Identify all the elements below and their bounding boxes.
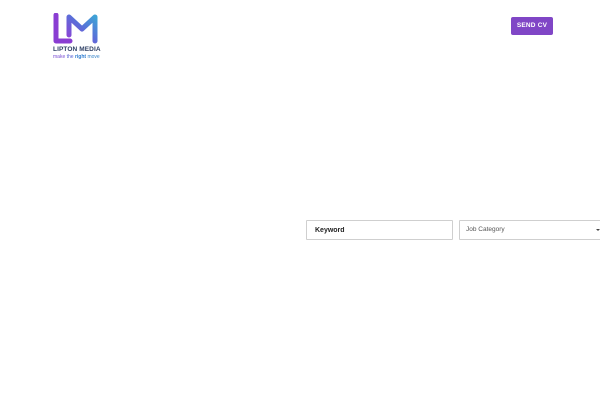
brand-name: LIPTON MEDIA (53, 46, 101, 53)
page: LIPTON MEDIA make the right move SEND CV… (0, 0, 600, 400)
brand-tagline: make the right move (53, 54, 100, 60)
lm-logo-icon (53, 13, 98, 44)
job-category-selected-value: Job Category (466, 226, 505, 233)
keyword-search-input[interactable] (306, 220, 453, 240)
send-cv-button[interactable]: SEND CV (511, 17, 553, 35)
job-category-select[interactable]: Job Category (459, 220, 600, 240)
caret-down-icon (596, 229, 600, 231)
site-logo[interactable]: LIPTON MEDIA make the right move (53, 13, 101, 61)
